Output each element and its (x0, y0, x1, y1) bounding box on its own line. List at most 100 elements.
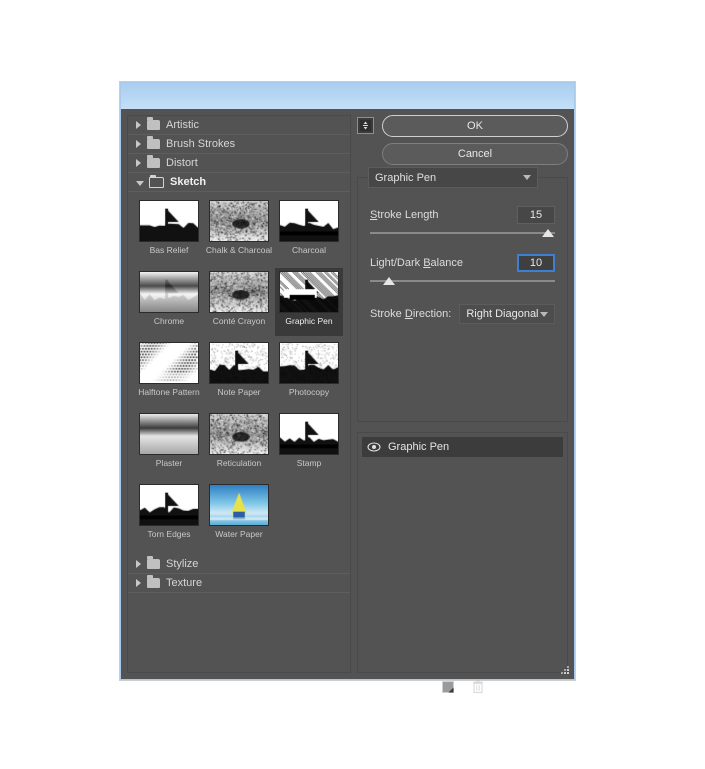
filter-thumbnail-halftone-pattern[interactable]: Halftone Pattern (135, 339, 203, 407)
delete-effect-layer-icon (470, 679, 486, 695)
chevron-right-icon (136, 159, 141, 167)
filter-thumbnail-label: Water Paper (215, 529, 263, 539)
chevron-down-icon (136, 180, 144, 186)
ok-button[interactable]: OK (382, 115, 568, 137)
stroke-length-label-rest: troke Length (377, 209, 439, 221)
folder-icon (147, 556, 160, 569)
filter-thumbnail-label: Chalk & Charcoal (205, 245, 273, 255)
effect-layers-toolbar (358, 676, 567, 698)
category-label: Artistic (166, 119, 199, 131)
folder-icon (147, 575, 160, 588)
folder-icon (147, 155, 160, 168)
sd-label-rest: irection: (412, 308, 452, 320)
stroke-length-track (370, 232, 555, 234)
light-dark-balance-label: Light/Dark Balance (370, 257, 517, 269)
filter-thumbnail-water-paper[interactable]: Water Paper (205, 481, 273, 549)
category-brush-strokes[interactable]: Brush Strokes (128, 135, 350, 154)
resize-grip[interactable] (559, 664, 571, 676)
stroke-length-row: Stroke Length 15 (370, 206, 555, 224)
filter-thumbnail-note-paper[interactable]: Note Paper (205, 339, 273, 407)
cancel-button[interactable]: Cancel (382, 143, 568, 165)
filter-thumbnail-label: Halftone Pattern (138, 387, 200, 397)
filter-thumbnail-photocopy[interactable]: Photocopy (275, 339, 343, 407)
filter-preview-image (209, 413, 269, 455)
filter-preview-bitmap (210, 272, 268, 312)
filter-preview-bitmap (140, 414, 198, 454)
screen: Artistic Brush Strokes Distort Sketch Bas R… (0, 0, 705, 769)
filter-thumbnail-stamp[interactable]: Stamp (275, 410, 343, 478)
filter-preview-image (209, 271, 269, 313)
category-label: Sketch (170, 176, 207, 188)
window-titlebar[interactable] (121, 83, 574, 110)
filter-thumbnail-label: Plaster (155, 458, 183, 468)
chevron-down-icon (540, 311, 548, 317)
category-stylize[interactable]: Stylize (128, 555, 350, 574)
filter-preview-image (139, 484, 199, 526)
new-layer-glyph (441, 681, 454, 693)
stroke-direction-row: Stroke Direction: Right Diagonal (370, 304, 555, 324)
filter-preview-bitmap (280, 201, 338, 241)
filter-thumbnail-chalk-charcoal[interactable]: Chalk & Charcoal (205, 197, 273, 265)
chevron-right-icon (136, 579, 141, 587)
stroke-length-slider[interactable] (370, 228, 555, 240)
filter-thumbnail-charcoal[interactable]: Charcoal (275, 197, 343, 265)
effect-layer-row[interactable]: Graphic Pen (362, 437, 563, 457)
category-distort[interactable]: Distort (128, 154, 350, 173)
ldb-track (370, 280, 555, 282)
filter-thumbnail-grid[interactable]: Bas Relief Chalk & Charcoal Charcoal Chrome… (128, 192, 350, 555)
primary-buttons: OK Cancel (382, 115, 568, 171)
category-sketch[interactable]: Sketch (128, 173, 350, 192)
stroke-length-input[interactable]: 15 (517, 206, 555, 224)
window-body: Artistic Brush Strokes Distort Sketch Bas R… (121, 109, 574, 694)
filter-name-select[interactable]: Graphic Pen (368, 167, 538, 188)
dialog-buttons: OK Cancel (357, 115, 568, 171)
filter-thumbnail-torn-edges[interactable]: Torn Edges (135, 481, 203, 549)
chevron-right-icon (136, 140, 141, 148)
filter-thumbnail-label: Reticulation (216, 458, 262, 468)
filter-thumbnail-cont-crayon[interactable]: Conté Crayon (205, 268, 273, 336)
light-dark-balance-input[interactable]: 10 (517, 254, 555, 272)
light-dark-balance-thumb[interactable] (382, 277, 395, 285)
stroke-length-thumb[interactable] (541, 229, 554, 237)
category-list-bottom: Stylize Texture (128, 555, 350, 593)
filter-preview-bitmap (280, 343, 338, 383)
filter-thumbnail-label: Note Paper (217, 387, 261, 397)
effect-layer-name: Graphic Pen (388, 441, 450, 453)
category-label: Stylize (166, 558, 199, 570)
filter-preview-image (279, 200, 339, 242)
category-texture[interactable]: Texture (128, 574, 350, 593)
filter-thumbnail-graphic-pen[interactable]: Graphic Pen (275, 268, 343, 336)
collapse-glyph (360, 120, 371, 131)
ldb-label-rest: alance (430, 257, 463, 269)
filter-browser[interactable]: Artistic Brush Strokes Distort Sketch Bas R… (127, 115, 351, 673)
collapse-panel-icon[interactable] (357, 117, 374, 134)
filter-thumbnail-plaster[interactable]: Plaster (135, 410, 203, 478)
filter-preview-image (139, 342, 199, 384)
chevron-right-icon (136, 560, 141, 568)
filter-thumbnail-bas-relief[interactable]: Bas Relief (135, 197, 203, 265)
stroke-direction-select[interactable]: Right Diagonal (459, 304, 555, 324)
ldb-mnemonic: B (423, 257, 431, 269)
controls-column: OK Cancel Graphic Pen Stroke Length 15 L… (357, 115, 568, 694)
category-label: Texture (166, 577, 203, 589)
folder-icon (149, 174, 164, 188)
category-artistic[interactable]: Artistic (128, 116, 350, 135)
filter-preview-bitmap (210, 343, 268, 383)
eye-icon[interactable] (366, 440, 382, 454)
filter-gallery-window: Artistic Brush Strokes Distort Sketch Bas R… (120, 82, 575, 694)
chevron-down-icon (523, 175, 531, 180)
effect-layer-list[interactable]: Graphic Pen (362, 437, 563, 457)
filter-preview-bitmap (280, 414, 338, 454)
chevron-right-icon (136, 121, 141, 129)
filter-thumbnail-chrome[interactable]: Chrome (135, 268, 203, 336)
sd-label-prefix: Stroke (370, 308, 405, 320)
new-effect-layer-icon[interactable] (440, 679, 456, 695)
light-dark-balance-slider[interactable] (370, 276, 555, 288)
filter-preview-image (139, 413, 199, 455)
filter-preview-bitmap (140, 201, 198, 241)
filter-thumbnail-reticulation[interactable]: Reticulation (205, 410, 273, 478)
filter-preview-image (279, 271, 339, 313)
filter-preview-bitmap (210, 485, 268, 525)
filter-preview-image (139, 200, 199, 242)
filter-preview-image (139, 271, 199, 313)
